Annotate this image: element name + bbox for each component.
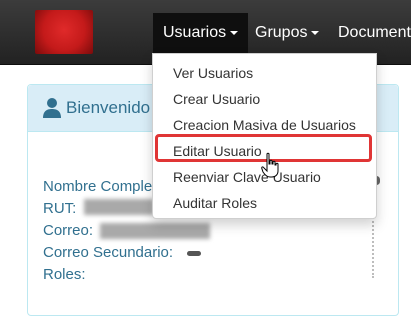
rut-label: RUT: bbox=[43, 200, 77, 217]
menu-item-ver-usuarios[interactable]: Ver Usuarios bbox=[153, 60, 376, 86]
menu-item-label: Creacion Masiva de Usuarios bbox=[173, 117, 356, 133]
hand-pointer-icon bbox=[261, 152, 279, 178]
user-icon bbox=[43, 98, 61, 118]
menu-item-auditar-roles[interactable]: Auditar Roles bbox=[153, 190, 376, 216]
email-label: Correo: bbox=[43, 222, 94, 239]
roles-label: Roles: bbox=[43, 266, 86, 283]
secondary-email-label: Correo Secundario: bbox=[43, 244, 174, 261]
menu-item-crear-usuario[interactable]: Crear Usuario bbox=[153, 86, 376, 112]
redacted-email bbox=[100, 223, 210, 239]
menu-item-label: Ver Usuarios bbox=[173, 65, 254, 81]
nav-grupos[interactable]: Grupos bbox=[245, 13, 329, 53]
nav-usuarios-label: Usuarios bbox=[163, 24, 227, 41]
nav-grupos-label: Grupos bbox=[255, 24, 308, 41]
panel-title: Bienvenido bbox=[66, 98, 151, 117]
chevron-down-icon bbox=[311, 30, 320, 35]
chevron-down-icon bbox=[230, 30, 239, 35]
menu-item-label: Reenviar Clave Usuario bbox=[173, 169, 321, 185]
nav-usuarios[interactable]: Usuarios bbox=[153, 13, 249, 53]
secondary-email-value-placeholder bbox=[187, 251, 201, 256]
nav-document-label: Document bbox=[338, 24, 411, 41]
redacted-rut bbox=[84, 199, 154, 215]
menu-item-label: Crear Usuario bbox=[173, 91, 261, 107]
name-label: Nombre Comple bbox=[43, 178, 153, 195]
nav-document[interactable]: Document bbox=[328, 13, 411, 53]
brand-logo[interactable] bbox=[35, 10, 93, 54]
menu-item-label: Auditar Roles bbox=[173, 195, 258, 211]
